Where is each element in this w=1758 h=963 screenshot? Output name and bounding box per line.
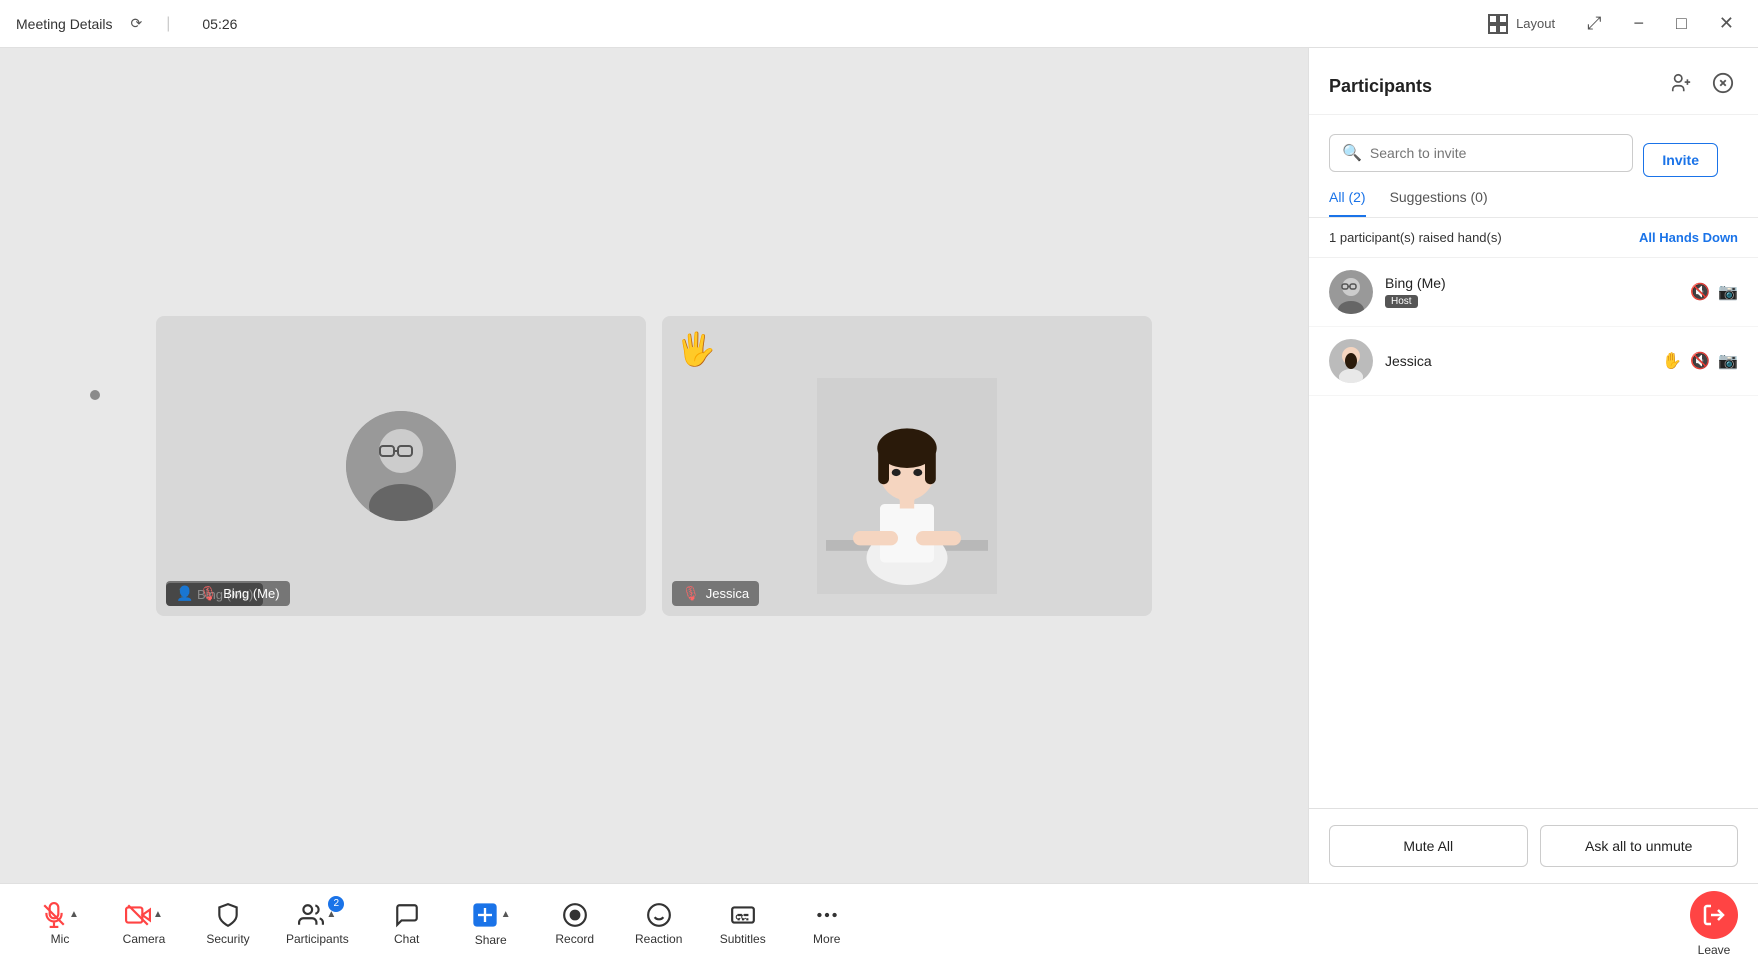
tab-all[interactable]: All (2) (1329, 189, 1366, 217)
camera-label: Camera (123, 932, 166, 946)
video-area: 🎙️ Bing (Me) 👤 🎙 Bing (Me) 🖐️ (0, 48, 1308, 883)
record-label: Record (555, 932, 594, 946)
layout-label: Layout (1516, 16, 1555, 31)
meeting-timer: 05:26 (202, 16, 237, 32)
participants-label: Participants (286, 932, 349, 946)
reaction-label: Reaction (635, 932, 682, 946)
jessica-p-name: Jessica (1385, 353, 1650, 369)
share-icon-btn[interactable]: ⟳ (123, 11, 151, 36)
toolbar-chat[interactable]: Chat (367, 894, 447, 954)
participant-item-bing: Bing (Me) Host 🔇 📷 (1309, 258, 1758, 327)
toolbar-mic[interactable]: ▲ Mic (20, 894, 100, 954)
video-tile-bing: 🎙️ Bing (Me) 👤 🎙 Bing (Me) (156, 316, 646, 616)
bing-host-badge: Host (1385, 295, 1418, 308)
restore-button[interactable]: □ (1668, 9, 1695, 38)
invite-button[interactable]: Invite (1643, 143, 1718, 177)
toolbar-more[interactable]: More (787, 894, 867, 954)
panel-header: Participants (1309, 48, 1758, 115)
jessica-p-info: Jessica (1385, 353, 1650, 369)
jessica-video (817, 316, 997, 616)
participant-list: Bing (Me) Host 🔇 📷 (1309, 258, 1758, 808)
bing-mic-muted-icon: 🔇 (1690, 282, 1710, 302)
participant-item-jessica: Jessica ✋ 🔇 📷 (1309, 327, 1758, 396)
svg-text:CC: CC (735, 912, 746, 921)
layout-button[interactable]: Layout (1478, 8, 1563, 40)
raised-hands-bar: 1 participant(s) raised hand(s) All Hand… (1309, 218, 1758, 258)
tabs-row: All (2) Suggestions (0) (1309, 177, 1758, 218)
jessica-mic-off-icon: 🎙 (682, 585, 700, 602)
mic-label: Mic (51, 932, 70, 946)
leave-label: Leave (1698, 943, 1731, 957)
jessica-raised-hand-icon: ✋ (1662, 351, 1682, 371)
share-label: Share (475, 933, 507, 947)
search-bar: 🔍 (1329, 134, 1633, 172)
fullscreen-button[interactable]: ⤢ (1579, 9, 1609, 38)
tab-suggestions[interactable]: Suggestions (0) (1390, 189, 1488, 217)
mic-arrow[interactable]: ▲ (69, 909, 79, 920)
jessica-list-avatar (1329, 339, 1373, 383)
participants-panel: Participants 🔍 Invite (1308, 48, 1758, 883)
panel-footer: Mute All Ask all to unmute (1309, 808, 1758, 883)
ask-to-unmute-button[interactable]: Ask all to unmute (1540, 825, 1739, 867)
all-hands-down-button[interactable]: All Hands Down (1639, 230, 1738, 245)
toolbar-participants[interactable]: 2 ▲ Participants (272, 894, 363, 954)
participants-badge: 2 (328, 896, 344, 912)
search-invite-row: 🔍 Invite (1309, 115, 1758, 177)
bing-list-avatar (1329, 270, 1373, 314)
bing-mic-off-icon: 🎙 (199, 585, 217, 602)
title-bar: Meeting Details ⟳ | 05:26 Layout ⤢ − □ ✕ (0, 0, 1758, 48)
jessica-p-icons: ✋ 🔇 📷 (1662, 351, 1738, 371)
toolbar: ▲ Mic ▲ Camera Security (0, 883, 1758, 963)
toolbar-subtitles[interactable]: CC Subtitles (703, 894, 783, 954)
main-content: 🎙️ Bing (Me) 👤 🎙 Bing (Me) 🖐️ (0, 48, 1758, 883)
bing-p-info: Bing (Me) Host (1385, 275, 1678, 309)
chat-label: Chat (394, 932, 419, 946)
jessica-video-off-icon: 📷 (1718, 351, 1738, 371)
add-participant-icon[interactable] (1666, 68, 1696, 104)
subtitles-label: Subtitles (720, 932, 766, 946)
toolbar-share[interactable]: ▲ Share (451, 893, 531, 955)
bing-user-icon: 👤 (176, 585, 193, 602)
search-icon: 🔍 (1342, 143, 1362, 163)
jessica-mic-muted-icon: 🔇 (1690, 351, 1710, 371)
toolbar-security[interactable]: Security (188, 894, 268, 954)
share-arrow[interactable]: ▲ (501, 909, 511, 920)
toolbar-record[interactable]: Record (535, 894, 615, 954)
bing-video-off-icon: 📷 (1718, 282, 1738, 302)
toolbar-camera[interactable]: ▲ Camera (104, 894, 184, 954)
security-label: Security (206, 932, 249, 946)
toolbar-leave[interactable]: Leave (1690, 891, 1738, 957)
jessica-raise-hand: 🖐️ (676, 330, 716, 368)
minimize-button[interactable]: − (1626, 9, 1653, 38)
bing-video-label: 👤 🎙 Bing (Me) (166, 581, 290, 606)
toolbar-reaction[interactable]: Reaction (619, 894, 699, 954)
close-panel-button[interactable] (1708, 68, 1738, 104)
jessica-video-label: 🎙 Jessica (672, 581, 759, 606)
more-label: More (813, 932, 840, 946)
panel-title: Participants (1329, 76, 1666, 97)
bing-avatar (346, 411, 456, 521)
bing-p-name: Bing (Me) (1385, 275, 1678, 291)
raised-hands-text: 1 participant(s) raised hand(s) (1329, 230, 1639, 245)
meeting-title: Meeting Details (16, 16, 113, 32)
bing-p-icons: 🔇 📷 (1690, 282, 1738, 302)
mute-all-button[interactable]: Mute All (1329, 825, 1528, 867)
search-input[interactable] (1370, 145, 1621, 161)
panel-actions (1666, 68, 1738, 104)
video-tile-jessica: 🖐️ (662, 316, 1152, 616)
leave-button[interactable] (1690, 891, 1738, 939)
close-button[interactable]: ✕ (1711, 9, 1742, 38)
camera-arrow[interactable]: ▲ (153, 909, 163, 920)
